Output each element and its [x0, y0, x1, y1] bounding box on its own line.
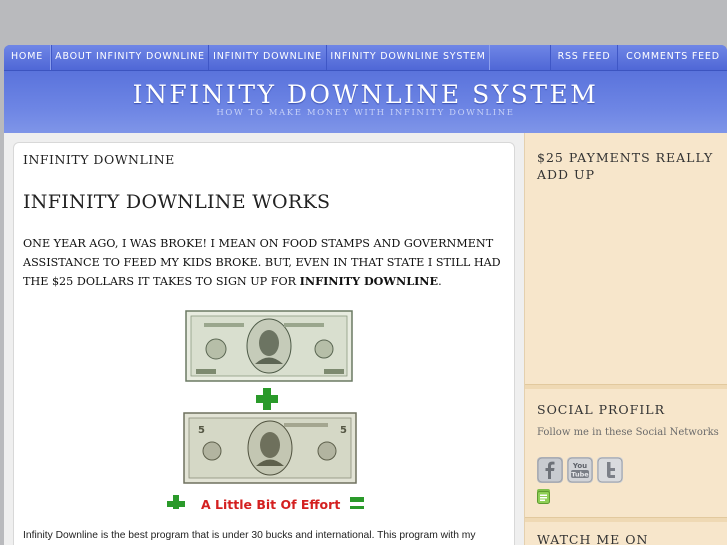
five-dollar-bill: 5 5 — [183, 412, 357, 484]
widget-social-title: SOCIAL PROFILR — [537, 402, 666, 417]
svg-text:5: 5 — [340, 425, 347, 436]
feed-small-glyph — [537, 491, 550, 504]
effort-caption: A Little Bit Of Effort — [167, 495, 364, 509]
svg-text:Tube: Tube — [571, 471, 589, 479]
widget-payments-title: $25 PAYMENTS REALLY ADD UP — [537, 150, 714, 182]
widget-divider — [525, 384, 727, 389]
twenty-dollar-bill — [185, 310, 353, 382]
nav-rss-feed[interactable]: RSS FEED — [550, 45, 618, 70]
site-title[interactable]: INFINITY DOWNLINE SYSTEM — [4, 80, 727, 109]
widget-divider — [525, 517, 727, 522]
money-image: 5 5 A Little Bit Of Effort — [167, 310, 364, 509]
nav-infinity-downline-system[interactable]: INFINITY DOWNLINE SYSTEM — [326, 45, 490, 70]
sidebar: $25 PAYMENTS REALLY ADD UP SOCIAL PROFIL… — [524, 133, 727, 545]
svg-text:5: 5 — [198, 425, 205, 436]
twitter-icon[interactable] — [597, 457, 623, 483]
nav-comments-feed[interactable]: COMMENTS FEED — [617, 45, 727, 70]
main-content: INFINITY DOWNLINE INFINITY DOWNLINE WORK… — [13, 142, 515, 545]
nav-home[interactable]: HOME — [4, 45, 51, 70]
feed-small-icon[interactable] — [537, 489, 550, 504]
plus-sign-icon — [256, 388, 278, 410]
post-paragraph-bold[interactable]: INFINITY DOWNLINE — [300, 274, 438, 288]
svg-text:You: You — [572, 462, 587, 470]
nav-about-infinity-downline[interactable]: ABOUT INFINITY DOWNLINE — [51, 45, 209, 70]
post-bottom-text: Infinity Downline is the best program th… — [23, 530, 476, 541]
breadcrumb[interactable]: INFINITY DOWNLINE — [23, 152, 175, 167]
post-paragraph: ONE YEAR AGO, I WAS BROKE! I MEAN ON FOO… — [23, 235, 503, 292]
site-tagline: HOW TO MAKE MONEY WITH INFINITY DOWNLINE — [216, 108, 515, 118]
youtube-glyph: You Tube — [567, 457, 593, 483]
site-header: INFINITY DOWNLINE SYSTEM HOW TO MAKE MON… — [4, 71, 727, 133]
nav-infinity-downline[interactable]: INFINITY DOWNLINE — [208, 45, 327, 70]
widget-social-text: Follow me in these Social Networks — [537, 427, 719, 438]
top-navigation: HOME ABOUT INFINITY DOWNLINE INFINITY DO… — [4, 45, 727, 71]
effort-caption-text: A Little Bit Of Effort — [201, 497, 340, 509]
site-frame: HOME ABOUT INFINITY DOWNLINE INFINITY DO… — [4, 45, 727, 545]
youtube-icon[interactable]: You Tube — [567, 457, 593, 483]
twitter-glyph — [597, 457, 623, 483]
post-paragraph-end: . — [438, 275, 442, 288]
widget-watch-title: WATCH ME ON — [537, 532, 649, 545]
post-title[interactable]: INFINITY DOWNLINE WORKS — [23, 191, 330, 213]
facebook-glyph — [537, 457, 563, 483]
facebook-icon[interactable] — [537, 457, 563, 483]
